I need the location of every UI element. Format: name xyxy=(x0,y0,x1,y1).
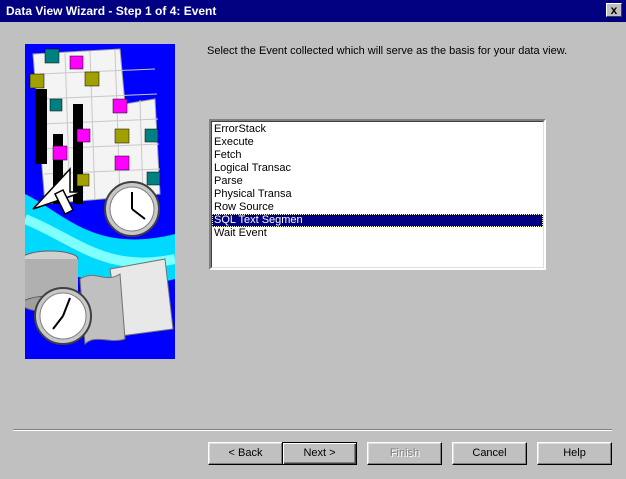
instruction-text: Select the Event collected which will se… xyxy=(207,45,568,57)
help-button[interactable]: Help xyxy=(537,442,612,465)
next-button[interactable]: Next > xyxy=(282,442,357,465)
back-button[interactable]: < Back xyxy=(208,442,283,465)
title-bar[interactable]: Data View Wizard - Step 1 of 4: Event x xyxy=(0,0,626,22)
event-list-item[interactable]: Row Source xyxy=(212,201,543,214)
wizard-window: Data View Wizard - Step 1 of 4: Event x xyxy=(0,0,626,479)
data-view-wizard-illustration-icon xyxy=(25,48,175,346)
cancel-button[interactable]: Cancel xyxy=(452,442,527,465)
help-button-label: Help xyxy=(563,447,586,459)
cancel-button-label: Cancel xyxy=(472,447,507,459)
event-list-item[interactable]: Wait Event xyxy=(212,227,543,240)
event-list[interactable]: ErrorStack Execute Fetch Logical Transac Par… xyxy=(211,121,544,268)
event-list-item[interactable]: Fetch xyxy=(212,149,543,162)
event-list-item[interactable]: Execute xyxy=(212,136,543,149)
event-list-item[interactable]: Physical Transa xyxy=(212,188,543,201)
event-list-item[interactable]: ErrorStack xyxy=(212,123,543,136)
event-list-item[interactable]: Parse xyxy=(212,175,543,188)
window-title: Data View Wizard - Step 1 of 4: Event xyxy=(6,4,217,18)
event-list-item[interactable]: Logical Transac xyxy=(212,162,543,175)
event-list-item[interactable]: SQL Text Segmen xyxy=(212,214,543,227)
close-icon: x xyxy=(610,3,618,17)
event-listbox[interactable]: ErrorStack Execute Fetch Logical Transac Par… xyxy=(209,119,546,270)
back-button-label: < Back xyxy=(228,447,263,459)
wizard-illustration xyxy=(25,44,175,359)
finish-button[interactable]: Finish xyxy=(367,442,442,465)
close-button[interactable]: x xyxy=(606,3,622,17)
finish-button-label: Finish xyxy=(389,447,420,459)
button-divider xyxy=(13,429,612,431)
next-button-label: Next > xyxy=(303,447,336,459)
